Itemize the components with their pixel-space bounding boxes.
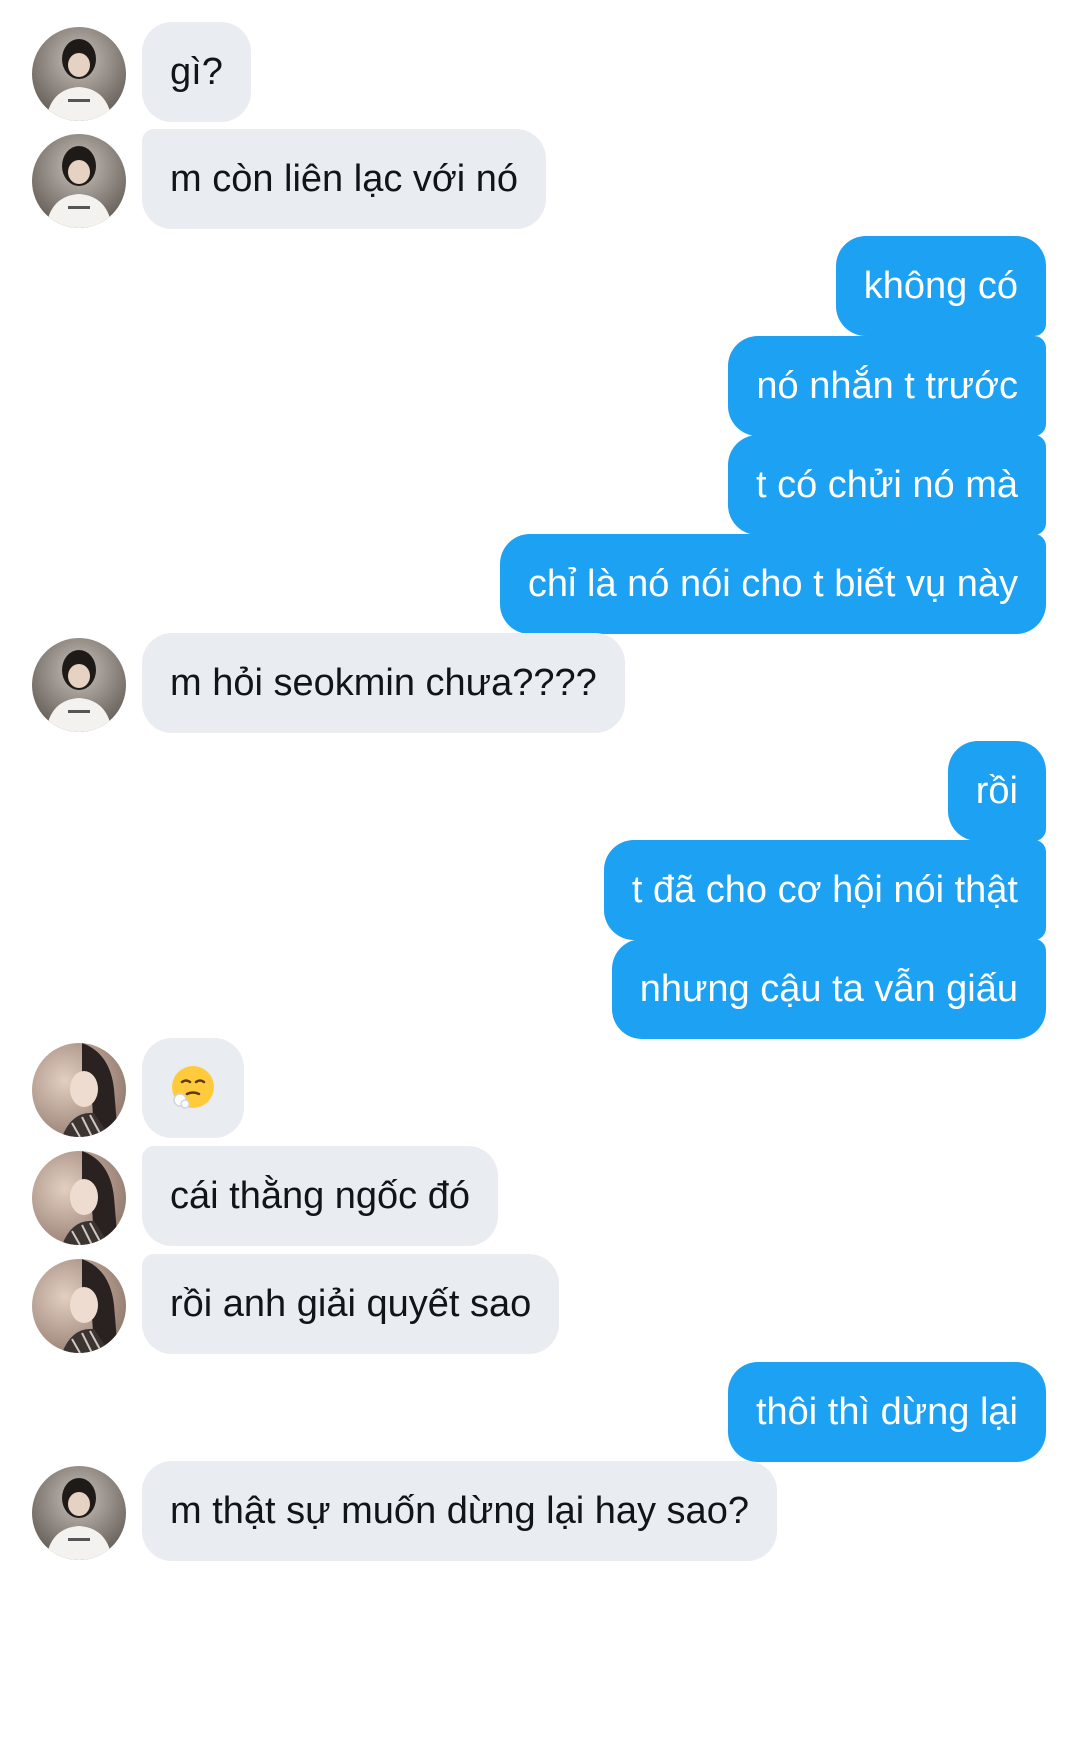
incoming-message-bubble[interactable]: cái thằng ngốc đó: [142, 1146, 499, 1246]
incoming-message-bubble[interactable]: rồi anh giải quyết sao: [142, 1254, 560, 1354]
avatar[interactable]: [32, 1151, 126, 1245]
message-row: t có chửi nó mà: [0, 435, 1080, 535]
incoming-message-bubble[interactable]: gì?: [142, 22, 251, 122]
avatar[interactable]: [32, 638, 126, 732]
message-row: [0, 1038, 1080, 1138]
outgoing-message-bubble[interactable]: không có: [835, 236, 1046, 336]
outgoing-message-bubble[interactable]: chỉ là nó nói cho t biết vụ này: [499, 534, 1046, 634]
message-row: không có: [0, 236, 1080, 336]
avatar[interactable]: [32, 1466, 126, 1560]
message-row: nhưng cậu ta vẫn giấu: [0, 939, 1080, 1039]
outgoing-message-bubble[interactable]: nhưng cậu ta vẫn giấu: [611, 939, 1046, 1039]
avatar[interactable]: [32, 1259, 126, 1353]
incoming-message-bubble[interactable]: m còn liên lạc với nó: [142, 129, 547, 229]
message-row: rồi anh giải quyết sao: [0, 1254, 1080, 1354]
outgoing-message-bubble[interactable]: thôi thì dừng lại: [727, 1362, 1046, 1462]
incoming-message-bubble[interactable]: m hỏi seokmin chưa????: [142, 633, 625, 733]
outgoing-message-bubble[interactable]: t đã cho cơ hội nói thật: [603, 840, 1046, 940]
outgoing-message-bubble[interactable]: rồi: [947, 741, 1046, 841]
message-row: cái thằng ngốc đó: [0, 1146, 1080, 1246]
avatar[interactable]: [32, 1043, 126, 1137]
outgoing-message-bubble[interactable]: nó nhắn t trước: [728, 336, 1046, 436]
incoming-message-bubble[interactable]: [142, 1038, 244, 1138]
message-row: m hỏi seokmin chưa????: [0, 633, 1080, 733]
message-row: thôi thì dừng lại: [0, 1362, 1080, 1462]
avatar[interactable]: [32, 134, 126, 228]
incoming-message-bubble[interactable]: m thật sự muốn dừng lại hay sao?: [142, 1461, 777, 1561]
message-row: m thật sự muốn dừng lại hay sao?: [0, 1461, 1080, 1561]
message-row: rồi: [0, 741, 1080, 841]
message-row: nó nhắn t trước: [0, 336, 1080, 436]
avatar[interactable]: [32, 27, 126, 121]
message-row: gì?: [0, 22, 1080, 122]
outgoing-message-bubble[interactable]: t có chửi nó mà: [728, 435, 1046, 535]
message-row: m còn liên lạc với nó: [0, 129, 1080, 229]
message-row: t đã cho cơ hội nói thật: [0, 840, 1080, 940]
message-row: chỉ là nó nói cho t biết vụ này: [0, 534, 1080, 634]
tired-face-emoji-icon: [172, 1065, 214, 1109]
